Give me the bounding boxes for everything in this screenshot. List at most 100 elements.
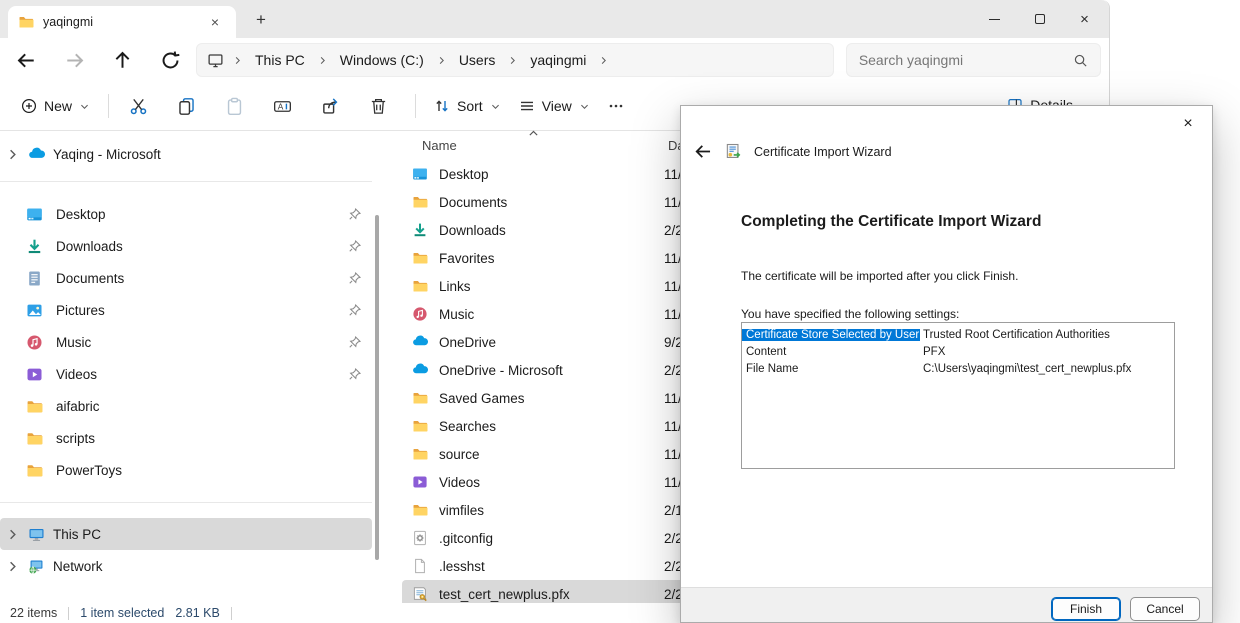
breadcrumb-item[interactable]: Users — [451, 49, 504, 71]
file-name: vimfiles — [439, 503, 484, 518]
setting-row-certificate-store-selected-by-user[interactable]: Certificate Store Selected by UserTruste… — [742, 326, 1174, 343]
chevron-down-icon — [490, 101, 501, 112]
sidebar-item-yaqing-microsoft[interactable]: Yaqing - Microsoft — [0, 138, 372, 170]
sidebar-item-label: Documents — [56, 271, 124, 286]
sidebar-item-pictures[interactable]: Pictures — [0, 294, 372, 326]
toolbar-divider — [108, 94, 109, 118]
gear-file-icon — [412, 530, 428, 546]
more-options-button[interactable] — [599, 91, 633, 121]
wizard-body-text: The certificate will be imported after y… — [741, 269, 1018, 283]
sort-button[interactable]: Sort — [425, 91, 510, 121]
sidebar-separator — [0, 502, 372, 503]
tab-bar: yaqingmi × + × — [0, 0, 1109, 38]
setting-row-file-name[interactable]: File NameC:\Users\yaqingmi\test_cert_new… — [742, 360, 1174, 377]
file-icon — [412, 558, 428, 574]
new-tab-button[interactable]: + — [248, 8, 274, 32]
close-icon: × — [1080, 12, 1089, 27]
sidebar-item-desktop[interactable]: Desktop — [0, 198, 372, 230]
nav-buttons — [16, 50, 181, 71]
sidebar-item-label: Videos — [56, 367, 97, 382]
folder-icon — [26, 430, 43, 447]
minimize-icon — [989, 19, 1000, 20]
sidebar-item-videos[interactable]: Videos — [0, 358, 372, 390]
rename-button[interactable]: A — [262, 89, 302, 123]
folder-icon — [412, 502, 428, 518]
sidebar-item-this-pc[interactable]: This PC — [0, 518, 372, 550]
cut-button[interactable] — [118, 89, 158, 123]
chevron-right-icon[interactable] — [5, 559, 20, 574]
wizard-back-icon[interactable] — [694, 142, 713, 161]
folder-icon — [412, 446, 428, 462]
breadcrumb-item[interactable]: Windows (C:) — [332, 49, 432, 71]
sidebar-pinned-section: DesktopDownloads Documents Pictures Music Vi… — [0, 198, 372, 486]
toolbar-divider — [415, 94, 416, 118]
pc-icon — [28, 526, 45, 543]
paste-button[interactable] — [214, 89, 254, 123]
breadcrumb-item[interactable]: yaqingmi — [522, 49, 594, 71]
dialog-close-button[interactable]: × — [1172, 111, 1204, 137]
sidebar-item-downloads[interactable]: Downloads — [0, 230, 372, 262]
delete-button[interactable] — [358, 89, 398, 123]
sidebar-item-aifabric[interactable]: aifabric — [0, 390, 372, 422]
file-name: Documents — [439, 195, 507, 210]
onedrive-icon — [412, 362, 428, 378]
folder-icon — [26, 462, 43, 479]
search-icon — [1073, 53, 1088, 68]
sidebar-item-network[interactable]: Network — [0, 550, 372, 582]
folder-icon — [412, 278, 428, 294]
onedrive-icon — [412, 334, 428, 350]
pin-icon — [348, 303, 362, 317]
maximize-icon — [1035, 14, 1045, 24]
chevron-right-icon — [317, 55, 328, 66]
forward-icon[interactable] — [64, 50, 85, 71]
chevron-right-icon — [436, 55, 447, 66]
sidebar-item-documents[interactable]: Documents — [0, 262, 372, 294]
certificate-wizard-icon — [725, 143, 742, 160]
window-controls: × — [972, 0, 1107, 38]
breadcrumb: This PC Windows (C:) Users yaqingmi — [196, 43, 834, 77]
new-button[interactable]: New — [12, 91, 99, 121]
copy-button[interactable] — [166, 89, 206, 123]
share-button[interactable] — [310, 89, 350, 123]
sidebar-item-scripts[interactable]: scripts — [0, 422, 372, 454]
cut-icon — [129, 97, 148, 116]
documents-icon — [26, 270, 43, 287]
view-button[interactable]: View — [510, 91, 599, 121]
chevron-right-icon[interactable] — [5, 147, 20, 162]
sidebar-item-music[interactable]: Music — [0, 326, 372, 358]
dialog-header: Certificate Import Wizard — [694, 142, 892, 161]
sidebar-item-powertoys[interactable]: PowerToys — [0, 454, 372, 486]
pin-icon — [348, 367, 362, 381]
up-icon[interactable] — [112, 50, 133, 71]
refresh-icon[interactable] — [160, 50, 181, 71]
column-header-name[interactable]: Name — [422, 138, 457, 153]
file-name: Desktop — [439, 167, 489, 182]
cancel-button[interactable]: Cancel — [1130, 597, 1200, 621]
sidebar-item-label: PowerToys — [56, 463, 122, 478]
selection-count: 1 item selected — [80, 606, 164, 620]
search-input[interactable] — [859, 52, 1073, 68]
videos-icon — [412, 474, 428, 490]
wizard-settings-label: You have specified the following setting… — [741, 307, 959, 321]
back-icon[interactable] — [16, 50, 37, 71]
setting-key: File Name — [742, 363, 920, 375]
chevron-down-icon — [79, 101, 90, 112]
sidebar-scrollbar[interactable] — [375, 215, 379, 560]
trash-icon — [369, 97, 388, 116]
tab-close-icon[interactable]: × — [204, 11, 226, 33]
setting-row-content[interactable]: ContentPFX — [742, 343, 1174, 360]
close-button[interactable]: × — [1062, 0, 1107, 38]
maximize-button[interactable] — [1017, 0, 1062, 38]
dialog-footer: Finish Cancel — [681, 587, 1212, 622]
finish-button[interactable]: Finish — [1051, 597, 1121, 621]
minimize-button[interactable] — [972, 0, 1017, 38]
file-name: Searches — [439, 419, 496, 434]
breadcrumb-item[interactable]: This PC — [247, 49, 313, 71]
search-box[interactable] — [846, 43, 1101, 77]
chevron-right-icon[interactable] — [5, 527, 20, 542]
sidebar-item-label: Music — [56, 335, 91, 350]
explorer-tab[interactable]: yaqingmi × — [8, 6, 236, 38]
folder-icon — [412, 194, 428, 210]
setting-key: Content — [742, 346, 920, 358]
ellipsis-icon — [608, 98, 624, 114]
